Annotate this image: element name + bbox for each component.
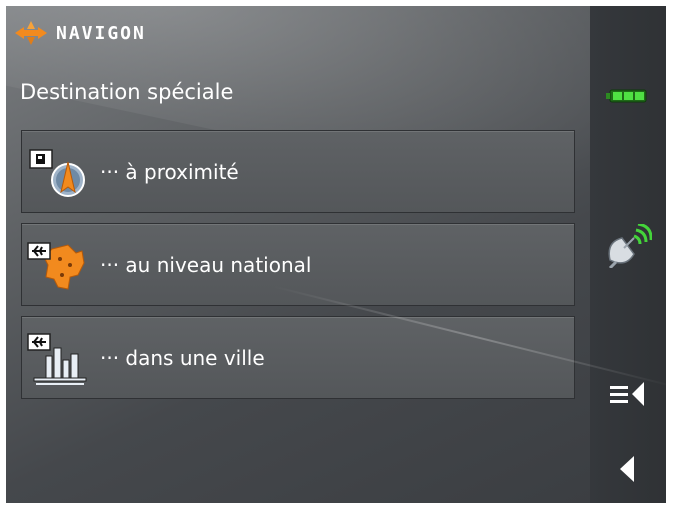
back-button[interactable] [612, 452, 644, 486]
brand-header: NAVIGON [14, 20, 146, 46]
gps-satellite-icon [604, 222, 653, 272]
back-icon [620, 456, 634, 482]
menu-item-nearby[interactable]: ··· à proximité [21, 130, 575, 213]
poi-city-icon [24, 328, 94, 388]
menu-item-label: ··· dans une ville [100, 345, 265, 370]
poi-national-icon [24, 235, 94, 295]
battery-icon [606, 88, 650, 108]
menu-item-national[interactable]: ··· au niveau national [21, 223, 575, 306]
page-title: Destination spéciale [20, 80, 234, 104]
status-sidebar [590, 6, 666, 503]
menu-icon [610, 382, 644, 406]
menu-item-label: ··· à proximité [100, 159, 239, 184]
menu-button[interactable] [608, 376, 648, 412]
navigation-screen: NAVIGON Destination spéciale ··· à proxi… [6, 6, 666, 503]
menu-item-label: ··· au niveau national [100, 252, 312, 277]
navigon-logo-icon [15, 21, 47, 45]
brand-name: NAVIGON [56, 22, 146, 44]
poi-nearby-icon [24, 142, 94, 202]
menu-item-city[interactable]: ··· dans une ville [21, 316, 575, 399]
